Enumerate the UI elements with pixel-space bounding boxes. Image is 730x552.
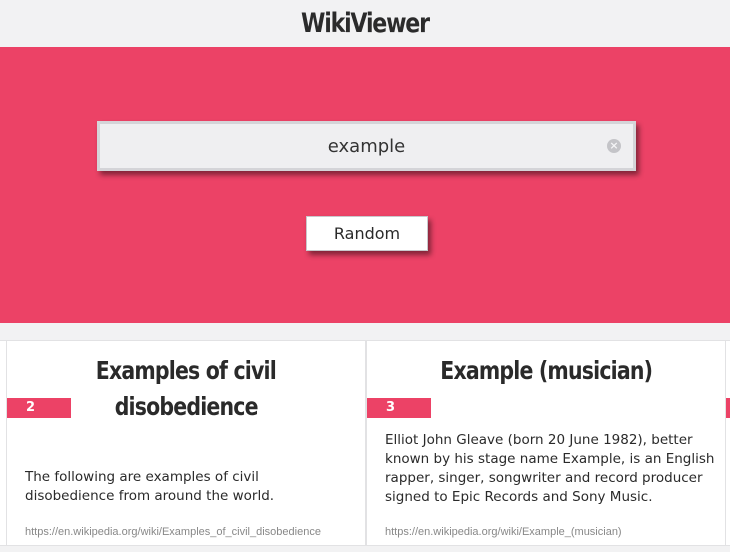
result-card[interactable]: Example (musician) 3 Elliot John Gleave … — [366, 340, 726, 546]
result-card[interactable]: Examples of civil disobedience 2 The fol… — [6, 340, 366, 546]
result-extract: Elliot John Gleave (born 20 June 1982), … — [385, 432, 715, 505]
results-list: Examples of civil disobedience 2 The fol… — [0, 340, 730, 552]
app-title: WikiViewer — [301, 8, 430, 39]
result-card-partial-right[interactable] — [725, 340, 730, 546]
random-button[interactable]: Random — [306, 216, 428, 251]
result-url[interactable]: https://en.wikipedia.org/wiki/Examples_o… — [25, 526, 321, 538]
result-index-badge: 2 — [7, 398, 71, 418]
result-url[interactable]: https://en.wikipedia.org/wiki/Example_(m… — [385, 526, 622, 538]
result-index-badge — [726, 398, 730, 418]
search-input[interactable] — [100, 124, 633, 168]
search-box[interactable]: × — [97, 121, 636, 171]
result-title[interactable]: Example (musician) — [367, 353, 725, 389]
search-panel — [0, 47, 730, 323]
clear-circle-icon[interactable]: × — [607, 139, 621, 153]
result-extract: The following are examples of civil diso… — [25, 469, 275, 504]
app-header: WikiViewer — [0, 0, 730, 47]
result-index-badge: 3 — [367, 398, 431, 418]
